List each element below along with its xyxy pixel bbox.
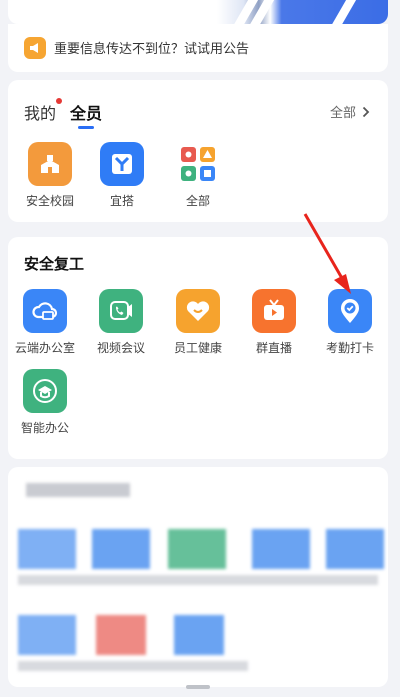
app-video-meeting[interactable]: 视频会议 [81, 289, 161, 356]
banner-stripe [326, 0, 360, 24]
megaphone-icon [24, 37, 46, 59]
heart-health-icon [176, 289, 220, 333]
blurred-app-icon [18, 615, 76, 655]
app-label: 员工健康 [173, 341, 222, 355]
apps-tabs: 我的 全员 [24, 98, 103, 129]
app-employee-health[interactable]: 员工健康 [158, 289, 238, 356]
app-label: 视频会议 [96, 341, 145, 355]
section-title: 安全复工 [24, 255, 85, 273]
blurred-app-icon [326, 529, 384, 569]
active-tab-indicator [78, 126, 95, 129]
notice-bar[interactable]: 重要信息传达不到位？试试用公告 [8, 24, 388, 72]
app-attendance-checkin[interactable]: 考勤打卡 [310, 289, 390, 356]
app-cloud-office[interactable]: 云端办公室 [5, 289, 85, 356]
chevron-right-icon [362, 106, 370, 117]
apps-card: 我的 全员 全部 安全校园 宜搭 全部 [8, 80, 388, 222]
tab-everyone[interactable]: 全员 [70, 100, 103, 129]
tv-live-icon [252, 289, 296, 333]
app-label: 群直播 [255, 341, 292, 355]
all-apps-link-label: 全部 [329, 106, 356, 121]
blurred-title [26, 483, 130, 497]
blurred-app-icon [252, 529, 310, 569]
location-check-icon [328, 289, 372, 333]
cloud-office-icon [23, 289, 67, 333]
notification-dot [56, 98, 63, 104]
app-all[interactable]: 全部 [158, 142, 238, 209]
app-safe-campus[interactable]: 安全校园 [10, 142, 90, 209]
app-label: 宜搭 [109, 194, 134, 208]
video-call-icon [99, 289, 143, 333]
blurred-app-icon [174, 615, 224, 655]
all-apps-link[interactable]: 全部 [330, 102, 370, 121]
safe-return-card: 安全复工 云端办公室 视频会议 员工健康 群直播 考勤打卡 智能办公 [8, 237, 388, 459]
app-label: 安全校园 [25, 194, 74, 208]
blurred-app-icon [92, 529, 150, 569]
blurred-app-icon [18, 529, 76, 569]
tab-mine[interactable]: 我的 [24, 98, 63, 124]
blurred-labels [18, 575, 378, 585]
smart-office-icon [23, 369, 67, 413]
tab-mine-label: 我的 [24, 104, 57, 123]
yida-icon [100, 142, 144, 186]
tab-everyone-label: 全员 [70, 104, 103, 123]
blurred-app-icon [168, 529, 226, 569]
app-smart-office[interactable]: 智能办公 [5, 369, 85, 436]
home-indicator [186, 685, 210, 689]
app-label: 考勤打卡 [325, 341, 374, 355]
app-label: 智能办公 [20, 421, 69, 435]
app-label: 云端办公室 [14, 341, 75, 355]
blurred-labels [18, 661, 248, 671]
app-label: 全部 [185, 194, 210, 208]
top-banner-strip[interactable] [8, 0, 388, 24]
all-apps-grid-icon [176, 142, 220, 186]
app-group-live[interactable]: 群直播 [234, 289, 314, 356]
blurred-app-icon [96, 615, 146, 655]
campus-building-icon [28, 142, 72, 186]
notice-text: 重要信息传达不到位？试试用公告 [54, 42, 250, 57]
app-yida[interactable]: 宜搭 [82, 142, 162, 209]
blurred-apps-section [8, 467, 388, 687]
